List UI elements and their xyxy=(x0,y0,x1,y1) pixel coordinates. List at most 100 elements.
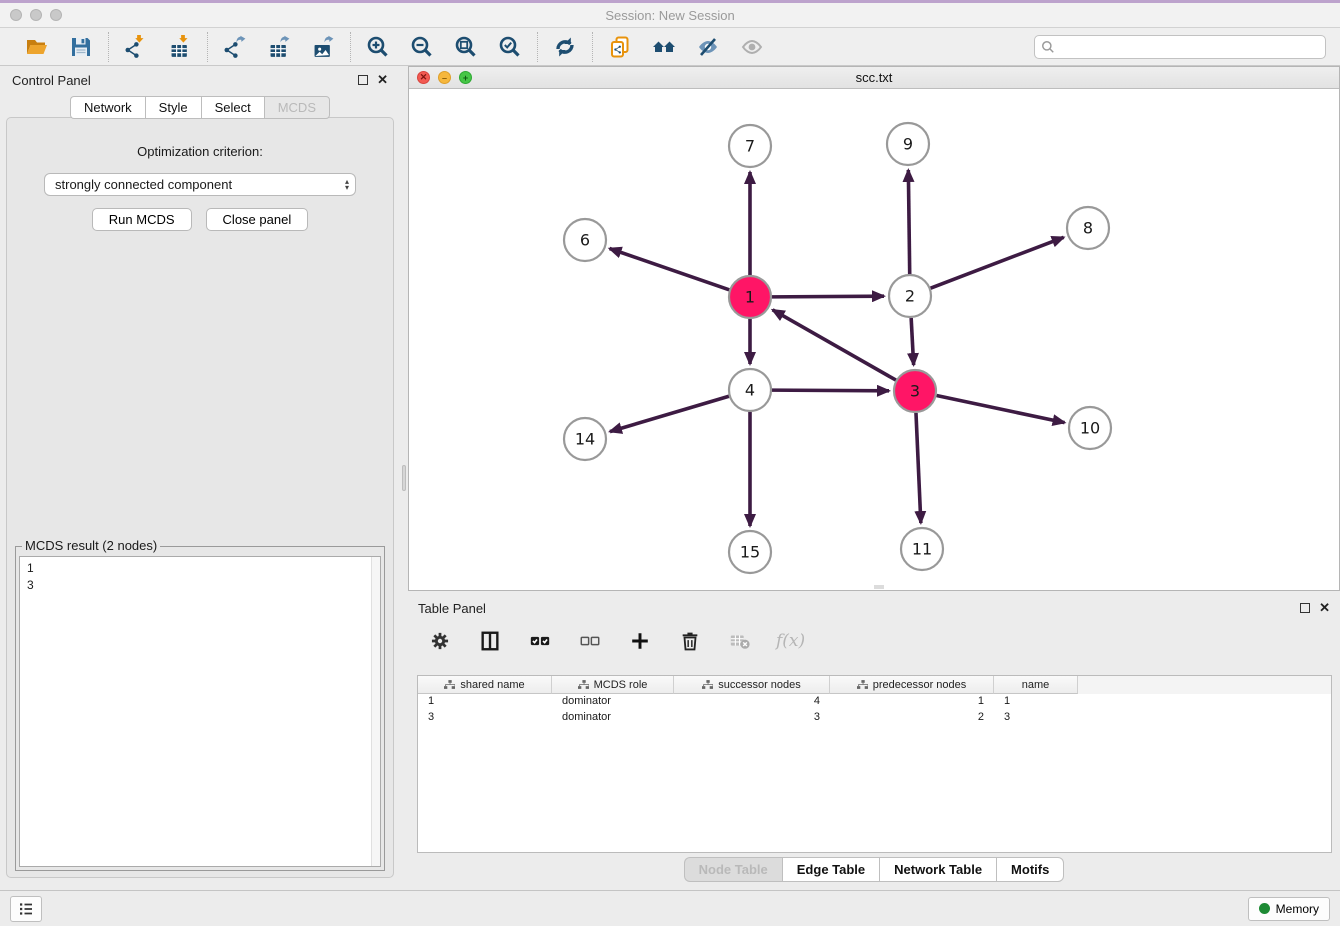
table-panel-close-icon[interactable]: ✕ xyxy=(1319,603,1330,613)
export-network-button[interactable] xyxy=(221,33,249,61)
tab-select[interactable]: Select xyxy=(201,96,264,119)
save-session-button[interactable] xyxy=(67,33,95,61)
tab-motifs[interactable]: Motifs xyxy=(996,857,1064,882)
graph-node-15[interactable]: 15 xyxy=(729,531,771,573)
graph-node-1[interactable]: 1 xyxy=(729,276,771,318)
graph-edge-2-8[interactable] xyxy=(931,237,1064,288)
apply-layout-button[interactable] xyxy=(551,33,579,61)
select-all-button[interactable] xyxy=(526,627,554,655)
graph-node-9[interactable]: 9 xyxy=(887,123,929,165)
graph-edge-4-14[interactable] xyxy=(610,396,729,431)
export-image-button[interactable] xyxy=(309,33,337,61)
graph-edge-3-1[interactable] xyxy=(773,310,896,380)
column-type-icon xyxy=(857,680,868,689)
export-table-icon xyxy=(267,35,291,59)
function-builder-button[interactable]: f(x) xyxy=(776,631,805,651)
import-network-button[interactable] xyxy=(122,33,150,61)
tab-edge-table[interactable]: Edge Table xyxy=(782,857,879,882)
network-resize-grip[interactable] xyxy=(874,585,884,589)
graph-node-7[interactable]: 7 xyxy=(729,125,771,167)
table-cell[interactable]: dominator xyxy=(552,694,674,710)
graph-node-6[interactable]: 6 xyxy=(564,219,606,261)
run-mcds-button[interactable]: Run MCDS xyxy=(92,208,192,231)
tab-style[interactable]: Style xyxy=(145,96,201,119)
table-cell[interactable]: dominator xyxy=(552,710,674,726)
graph-edge-4-3[interactable] xyxy=(772,390,889,391)
graph-edge-1-2[interactable] xyxy=(772,296,884,297)
graph-node-11[interactable]: 11 xyxy=(901,528,943,570)
hide-selected-icon xyxy=(696,35,720,59)
zoom-in-button[interactable] xyxy=(364,33,392,61)
tab-node-table[interactable]: Node Table xyxy=(684,857,782,882)
table-cell[interactable]: 3 xyxy=(674,710,830,726)
memory-button[interactable]: Memory xyxy=(1248,897,1330,921)
graph-node-8[interactable]: 8 xyxy=(1067,207,1109,249)
splitter-grip-icon[interactable] xyxy=(402,465,406,491)
zoom-selected-button[interactable] xyxy=(496,33,524,61)
graph-node-4[interactable]: 4 xyxy=(729,369,771,411)
network-canvas[interactable]: 7 9 6 8 1 2 4 3 14 10 15 11 xyxy=(409,89,1339,590)
table-cell[interactable]: 4 xyxy=(674,694,830,710)
column-header-name[interactable]: name xyxy=(994,676,1078,694)
table-cell[interactable]: 3 xyxy=(994,710,1078,726)
column-header-successor-nodes[interactable]: successor nodes xyxy=(674,676,830,694)
memory-status-icon xyxy=(1259,903,1270,914)
delete-table-button[interactable] xyxy=(726,627,754,655)
show-all-button[interactable] xyxy=(738,33,766,61)
mcds-result-textarea[interactable]: 1 3 xyxy=(19,556,381,867)
tab-network-table[interactable]: Network Table xyxy=(879,857,996,882)
table-panel-float-icon[interactable] xyxy=(1300,603,1310,613)
close-panel-button[interactable]: Close panel xyxy=(206,208,309,231)
graph-edge-3-11[interactable] xyxy=(916,413,921,523)
tab-mcds[interactable]: MCDS xyxy=(264,96,330,119)
graph-node-3[interactable]: 3 xyxy=(894,370,936,412)
graph-edge-2-3[interactable] xyxy=(911,318,913,365)
deselect-all-button[interactable] xyxy=(576,627,604,655)
column-header-predecessor-nodes[interactable]: predecessor nodes xyxy=(830,676,994,694)
first-neighbors-button[interactable] xyxy=(650,33,678,61)
table-row[interactable]: 3dominator323 xyxy=(418,710,1331,726)
control-panel-close-icon[interactable]: ✕ xyxy=(377,75,388,85)
hide-selected-button[interactable] xyxy=(694,33,722,61)
column-header-MCDS-role[interactable]: MCDS role xyxy=(552,676,674,694)
export-table-button[interactable] xyxy=(265,33,293,61)
search-input[interactable] xyxy=(1034,35,1326,59)
table-row[interactable]: 1dominator411 xyxy=(418,694,1331,710)
mcds-result-title: MCDS result (2 nodes) xyxy=(22,538,160,553)
add-column-button[interactable] xyxy=(626,627,654,655)
result-scrollbar[interactable] xyxy=(371,557,380,866)
table-cell[interactable]: 1 xyxy=(830,694,994,710)
table-cell[interactable]: 1 xyxy=(994,694,1078,710)
panel-splitter[interactable] xyxy=(400,66,408,890)
graph-edge-3-10[interactable] xyxy=(937,396,1065,423)
show-panels-button[interactable] xyxy=(10,896,42,922)
graph-node-14[interactable]: 14 xyxy=(564,418,606,460)
table-settings-button[interactable] xyxy=(426,627,454,655)
column-header-shared-name[interactable]: shared name xyxy=(418,676,552,694)
table-cell[interactable]: 2 xyxy=(830,710,994,726)
graph-edge-2-9[interactable] xyxy=(908,170,909,274)
graph-edge-1-6[interactable] xyxy=(610,248,730,289)
graph-node-2[interactable]: 2 xyxy=(889,275,931,317)
criterion-select[interactable]: strongly connected component ▴▾ xyxy=(44,173,356,196)
table-cell[interactable]: 1 xyxy=(418,694,552,710)
show-all-icon xyxy=(740,35,764,59)
delete-selected-button[interactable] xyxy=(676,627,704,655)
import-table-button[interactable] xyxy=(166,33,194,61)
network-zoom-button[interactable]: + xyxy=(459,71,472,84)
open-session-button[interactable] xyxy=(23,33,51,61)
graph-node-10[interactable]: 10 xyxy=(1069,407,1111,449)
svg-text:6: 6 xyxy=(580,231,590,250)
search-field-wrap xyxy=(1034,35,1326,59)
clone-network-button[interactable] xyxy=(606,33,634,61)
control-panel-float-icon[interactable] xyxy=(358,75,368,85)
tab-network[interactable]: Network xyxy=(70,96,145,119)
table-cell[interactable]: 3 xyxy=(418,710,552,726)
network-minimize-button[interactable]: – xyxy=(438,71,451,84)
zoom-fit-button[interactable] xyxy=(452,33,480,61)
network-close-button[interactable]: ✕ xyxy=(417,71,430,84)
toggle-columns-button[interactable] xyxy=(476,627,504,655)
zoom-out-button[interactable] xyxy=(408,33,436,61)
svg-text:8: 8 xyxy=(1083,219,1093,238)
select-stepper-icon: ▴▾ xyxy=(345,179,349,191)
